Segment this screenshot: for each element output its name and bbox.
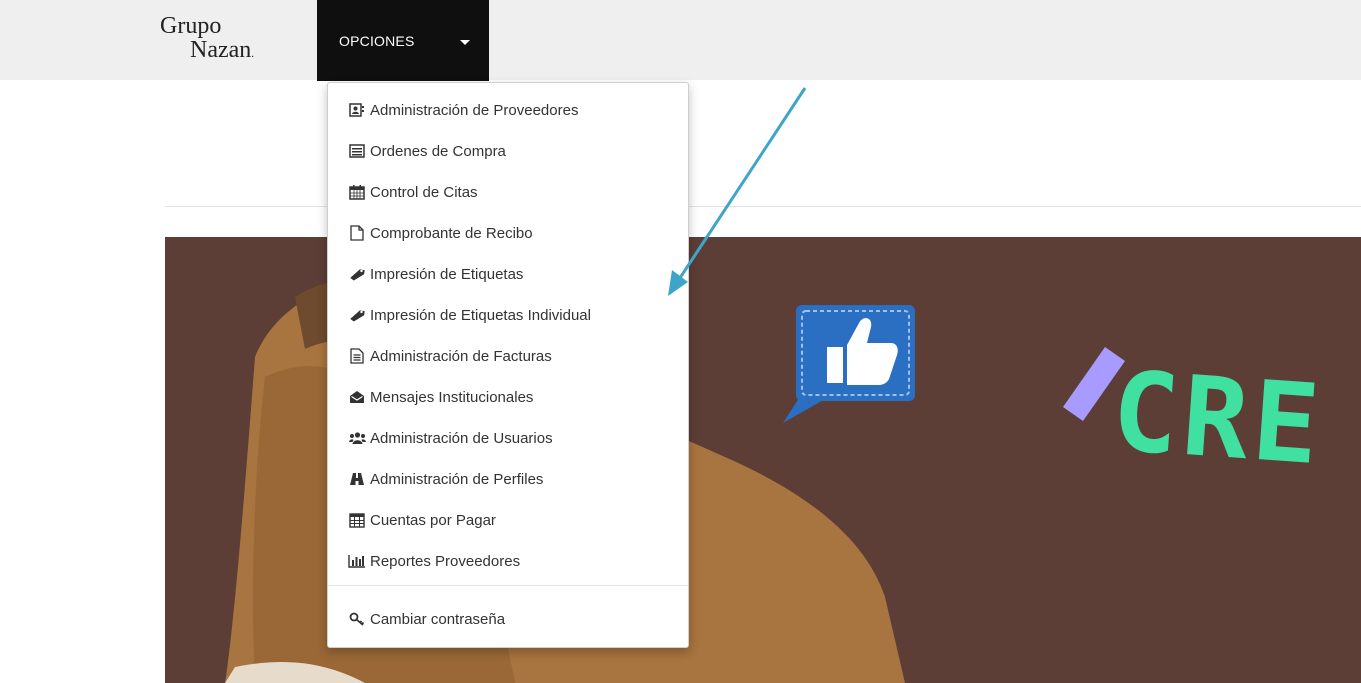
- menu-item-label: Impresión de Etiquetas Individual: [370, 306, 591, 324]
- users-icon: [348, 430, 366, 446]
- menu-item-label: Cuentas por Pagar: [370, 511, 496, 529]
- menu-item-label: Mensajes Institucionales: [370, 388, 534, 406]
- menu-item-reportes-proveedores[interactable]: Reportes Proveedores: [348, 548, 520, 574]
- menu-item-administracion-proveedores[interactable]: Administración de Proveedores: [348, 97, 578, 123]
- menu-item-control-citas[interactable]: Control de Citas: [348, 179, 478, 205]
- menu-item-cambiar-contrasena[interactable]: Cambiar contraseña: [348, 606, 505, 632]
- menu-item-comprobante-recibo[interactable]: Comprobante de Recibo: [348, 220, 533, 246]
- menu-item-ordenes-compra[interactable]: Ordenes de Compra: [348, 138, 506, 164]
- list-icon: [348, 143, 366, 159]
- calculator-icon: [348, 512, 366, 528]
- opciones-menu-button[interactable]: OPCIONES: [317, 0, 489, 81]
- calendar-icon: [348, 184, 366, 200]
- menu-item-label: Administración de Facturas: [370, 347, 552, 365]
- menu-item-label: Administración de Perfiles: [370, 470, 544, 488]
- opciones-dropdown-menu: Administración de Proveedores Ordenes de…: [327, 82, 689, 648]
- brand-line-1: Grupo: [160, 13, 222, 39]
- file-icon: [348, 225, 366, 241]
- menu-item-impresion-etiquetas-individual[interactable]: Impresión de Etiquetas Individual: [348, 302, 591, 328]
- menu-item-administracion-facturas[interactable]: Administración de Facturas: [348, 343, 552, 369]
- id-card-icon: [348, 102, 366, 118]
- menu-item-administracion-perfiles[interactable]: Administración de Perfiles: [348, 466, 543, 492]
- envelope-icon: [348, 389, 366, 405]
- menu-item-label: Impresión de Etiquetas: [370, 265, 524, 283]
- menu-item-label: Administración de Usuarios: [370, 429, 553, 447]
- menu-item-administracion-usuarios[interactable]: Administración de Usuarios: [348, 425, 553, 451]
- top-navbar: Grupo Nazan. OPCIONES: [0, 0, 1361, 81]
- menu-item-label: Reportes Proveedores: [370, 552, 521, 570]
- menu-divider: [328, 585, 688, 586]
- menu-item-mensajes-institucionales[interactable]: Mensajes Institucionales: [348, 384, 533, 410]
- brand-line-2-text: Nazan: [190, 37, 252, 63]
- brand-line-2: Nazan.: [190, 38, 254, 66]
- menu-item-impresion-etiquetas[interactable]: Impresión de Etiquetas: [348, 261, 523, 287]
- document-icon: [348, 348, 366, 364]
- menu-item-label: Comprobante de Recibo: [370, 224, 533, 242]
- brand-logo[interactable]: Grupo Nazan.: [160, 14, 254, 66]
- menu-item-cuentas-pagar[interactable]: Cuentas por Pagar: [348, 507, 496, 533]
- tag-icon: [348, 266, 366, 282]
- menu-item-label: Control de Citas: [370, 183, 478, 201]
- opciones-label: OPCIONES: [339, 33, 415, 49]
- brand-dot: .: [251, 48, 255, 60]
- menu-item-label: Administración de Proveedores: [370, 101, 579, 119]
- menu-item-label: Cambiar contraseña: [370, 610, 506, 628]
- bar-chart-icon: [348, 553, 366, 569]
- key-icon: [348, 611, 366, 627]
- menu-item-label: Ordenes de Compra: [370, 142, 506, 160]
- binoculars-icon: [348, 471, 366, 487]
- banner-headline: CRE: [1108, 347, 1328, 490]
- thumbs-up-badge-tail: [783, 395, 825, 423]
- tag-icon: [348, 307, 366, 323]
- caret-down-icon: [460, 40, 470, 45]
